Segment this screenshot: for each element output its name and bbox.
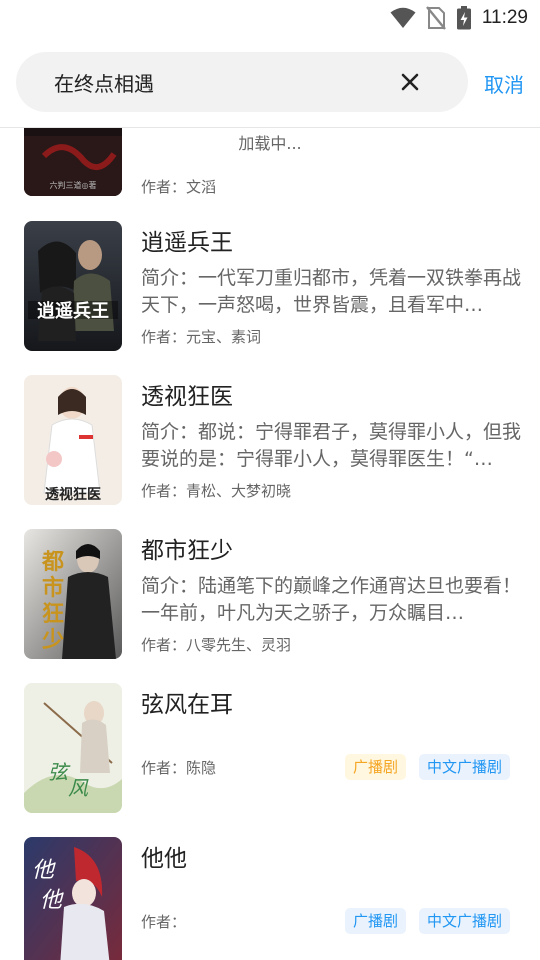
book-author: 作者：八零先生、灵羽 [141,634,291,655]
status-time: 11:29 [481,7,528,28]
cover-title: 透视狂医 [45,486,101,503]
svg-text:风: 风 [68,776,89,800]
author-prefix: 作者： [141,482,187,500]
svg-text:少: 少 [41,627,64,653]
book-title: 逍遥兵王 [141,230,233,256]
book-title: 透视狂医 [141,384,233,410]
loading-indicator: 加载中... [238,134,302,153]
book-author: 作者： [141,911,186,932]
book-cover: 都 市 狂 少 [24,529,122,659]
book-title: 弦风在耳 [141,692,233,718]
book-item[interactable]: 透视狂医 透视狂医 简介：都说：宁得罪君子，莫得罪小人，但我要说的是：宁得罪小人… [0,375,540,529]
author-name: 文滔 [186,178,217,196]
book-author: 作者：陈隐 [141,757,216,778]
tag-broadcast-drama: 广播剧 [345,908,407,934]
book-cover: 弦 风 [24,683,122,813]
book-item[interactable]: 都 市 狂 少 都市狂少 简介：陆通笔下的巅峰之作通宵达旦也要看！一年前，叶凡为… [0,529,540,683]
search-query[interactable]: 在终点相遇 [54,68,154,97]
book-author: 作者：元宝、素词 [141,326,261,347]
author-name: 元宝、素词 [186,328,262,346]
clear-icon[interactable] [396,68,424,96]
tag-broadcast-drama: 广播剧 [345,754,407,780]
author-name: 青松、大梦初晓 [186,482,292,500]
tag-chinese-broadcast-drama: 中文广播剧 [419,754,511,780]
svg-text:他: 他 [40,888,64,913]
search-row: 在终点相遇 [0,52,540,112]
cover-title: 逍遥兵王 [37,300,109,322]
book-item[interactable]: 弦 风 弦风在耳 作者：陈隐 广播剧 中文广播剧 [0,683,540,837]
book-title: 都市狂少 [141,538,233,564]
book-intro: 简介：一代军刀重归都市，凭着一双铁拳再战天下，一声怒喝，世界皆震，且看军中… [141,267,522,316]
cancel-button[interactable]: 取消 [484,69,524,98]
author-name: 八零先生、灵羽 [186,636,292,654]
tag-chinese-broadcast-drama: 中文广播剧 [419,908,511,934]
author-prefix: 作者： [141,178,187,196]
book-cover: 逍遥兵王 [24,221,122,351]
author-prefix: 作者： [141,913,187,931]
svg-text:六判三道◎著: 六判三道◎著 [50,180,97,190]
svg-text:市: 市 [42,575,64,601]
book-intro: 简介：陆通笔下的巅峰之作通宵达旦也要看！一年前，叶凡为天之骄子，万众瞩目… [141,575,522,624]
svg-text:他: 他 [32,858,56,883]
result-list[interactable]: 六判三道◎著 作者：文滔 逍遥兵王 逍遥兵王 简介：一代军刀重归都市，凭着一双铁… [0,128,540,960]
book-cover: 他 他 [24,837,122,960]
search-input[interactable]: 在终点相遇 [16,52,468,112]
book-author: 作者：文滔 [141,176,216,197]
author-prefix: 作者： [141,328,187,346]
book-item[interactable]: 他 他 他他 作者： 广播剧 中文广播剧 [0,837,540,960]
book-cover: 透视狂医 [24,375,122,505]
no-sim-icon [425,6,446,30]
book-title: 他他 [141,846,187,872]
author-prefix: 作者： [141,636,187,654]
book-intro: 简介：都说：宁得罪君子，莫得罪小人，但我要说的是：宁得罪小人，莫得罪医生！“… [141,421,522,470]
svg-text:狂: 狂 [42,601,64,627]
wifi-icon [390,7,416,28]
svg-text:都: 都 [41,549,64,575]
author-prefix: 作者： [141,759,187,777]
author-name: 陈隐 [186,759,217,777]
battery-charging-icon [456,6,471,30]
book-author: 作者：青松、大梦初晓 [141,480,291,501]
book-item[interactable]: 逍遥兵王 逍遥兵王 简介：一代军刀重归都市，凭着一双铁拳再战天下，一声怒喝，世界… [0,221,540,375]
status-bar: 11:29 [0,0,540,36]
